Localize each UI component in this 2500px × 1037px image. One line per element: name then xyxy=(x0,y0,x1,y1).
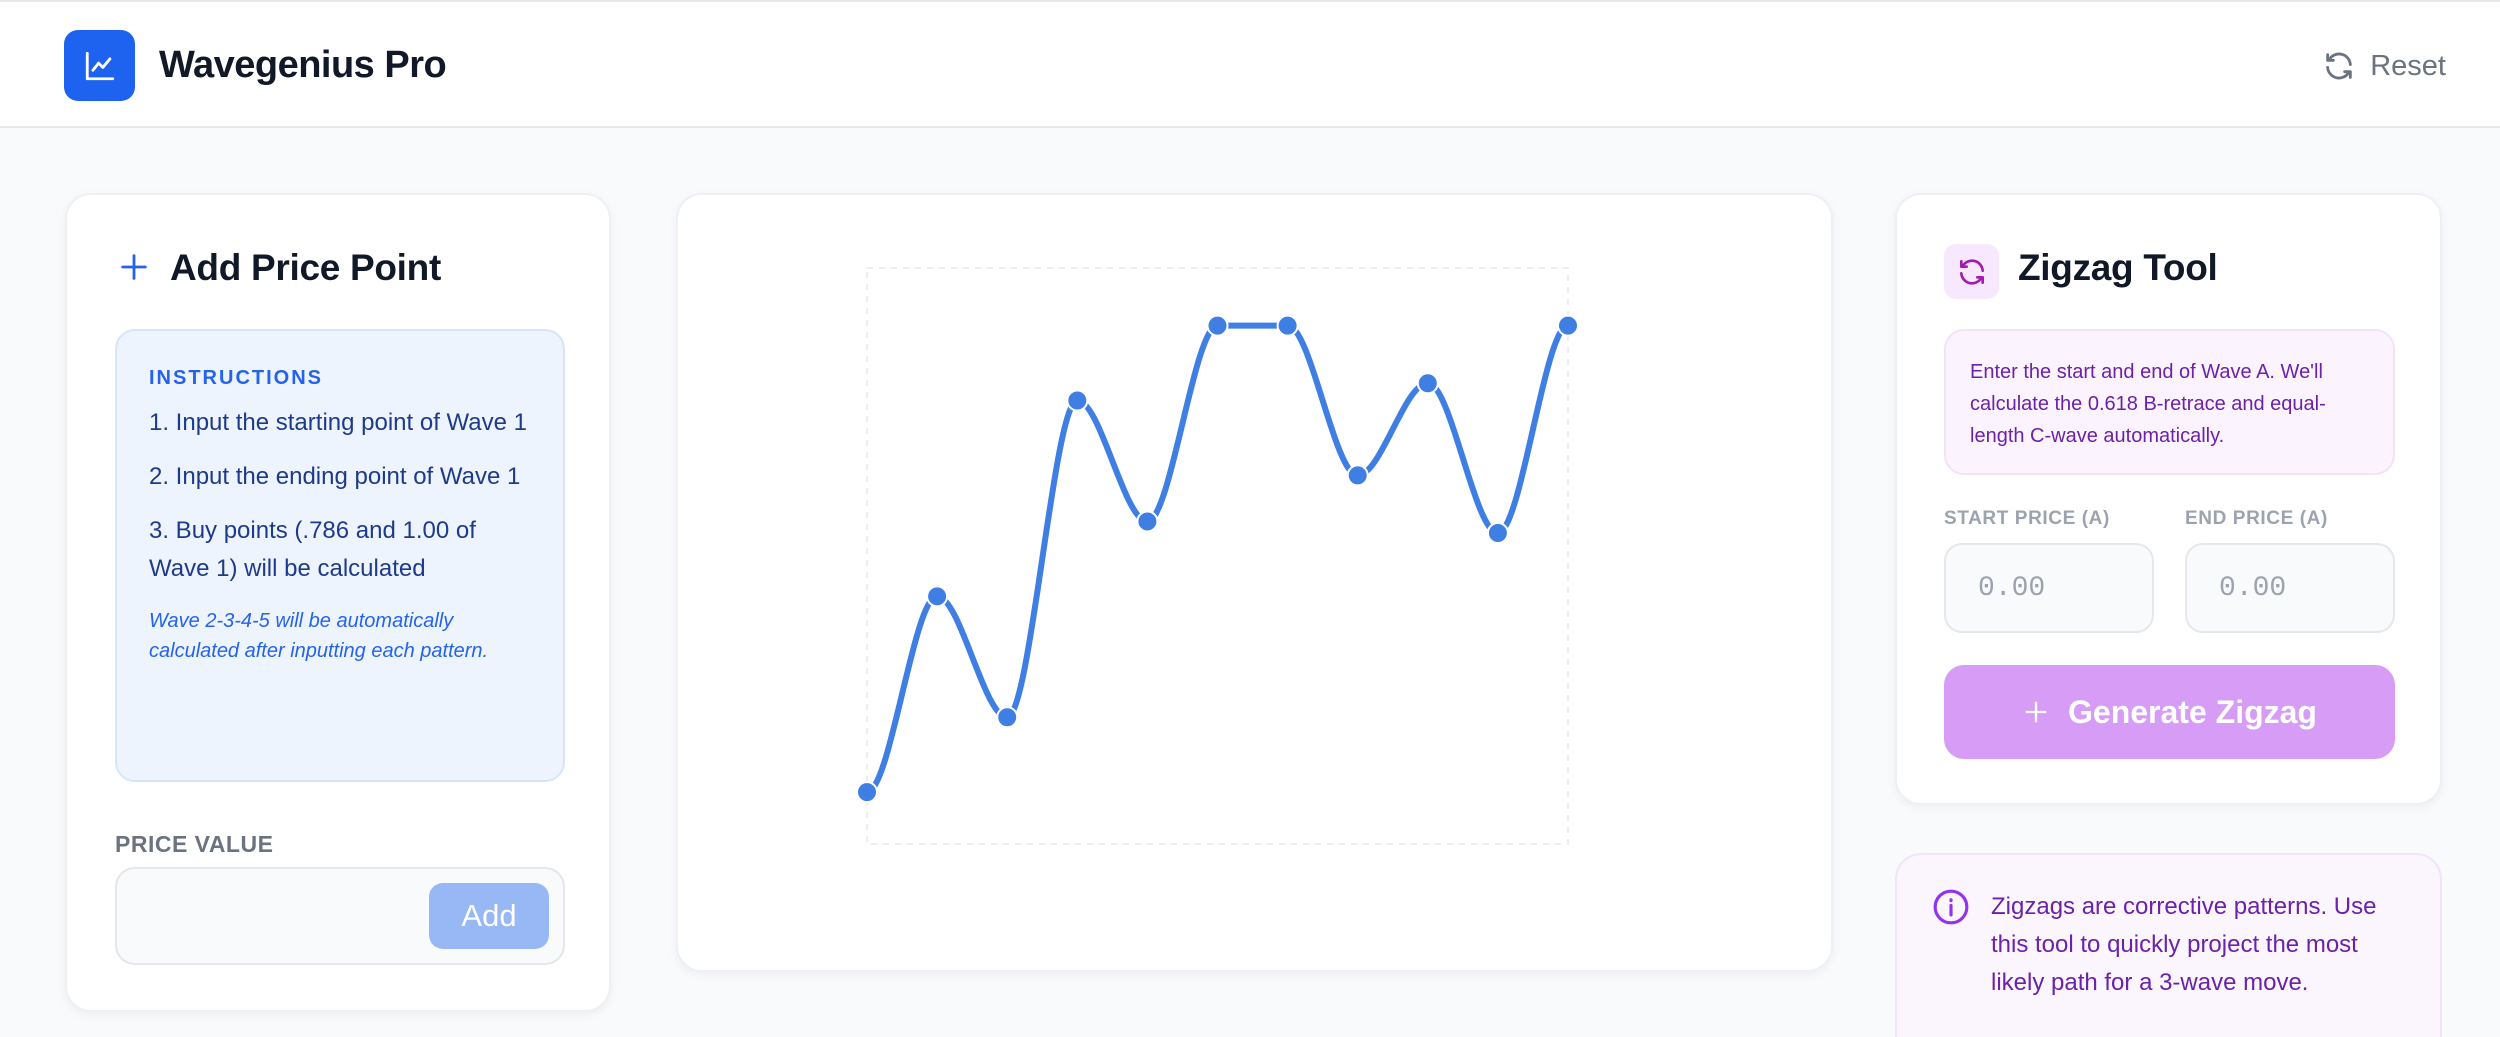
instruction-step: 3. Buy points (.786 and 1.00 of Wave 1) … xyxy=(149,517,476,582)
zigzag-description: Enter the start and end of Wave A. We'll… xyxy=(1944,329,2395,475)
wave-point[interactable] xyxy=(856,781,878,804)
end-price-label: END PRICE (A) xyxy=(2185,508,2328,529)
instructions-title: INSTRUCTIONS xyxy=(149,367,323,389)
instructions-note: Wave 2-3-4-5 will be automatically calcu… xyxy=(149,610,489,662)
wave-point[interactable] xyxy=(1136,510,1159,533)
wave-point[interactable] xyxy=(1276,314,1299,337)
end-price-input[interactable] xyxy=(2185,543,2395,633)
instruction-step: 1. Input the starting point of Wave 1 xyxy=(149,409,527,436)
reset-label: Reset xyxy=(2370,49,2446,82)
wave-point[interactable] xyxy=(996,706,1019,729)
zigzag-info-text: Zigzags are corrective patterns. Use thi… xyxy=(1991,893,2377,996)
wave-point[interactable] xyxy=(1557,314,1579,337)
info-icon xyxy=(1933,889,1969,925)
generate-zigzag-button[interactable]: Generate Zigzag xyxy=(1944,665,2395,759)
wave-chart xyxy=(856,267,1579,845)
instructions-panel: INSTRUCTIONS 1. Input the starting point… xyxy=(115,329,565,782)
wave-point[interactable] xyxy=(1486,521,1509,544)
reset-button[interactable]: Reset xyxy=(2322,46,2446,86)
plot-frame xyxy=(866,267,1569,845)
start-price-input[interactable] xyxy=(1944,543,2154,633)
plus-icon xyxy=(2025,701,2047,723)
price-value-label: PRICE VALUE xyxy=(115,831,274,857)
instruction-step: 2. Input the ending point of Wave 1 xyxy=(149,463,521,490)
plus-icon xyxy=(121,254,147,280)
zigzag-info-card: Zigzags are corrective patterns. Use thi… xyxy=(1895,853,2442,1037)
refresh-icon xyxy=(2326,52,2352,80)
price-value-input[interactable] xyxy=(117,869,417,963)
wave-point[interactable] xyxy=(1206,314,1229,337)
price-input-group: Add xyxy=(115,867,565,965)
app-header: Wavegenius Pro Reset xyxy=(0,0,2500,128)
zigzag-tool-title: Zigzag Tool xyxy=(2018,247,2218,288)
add-price-point-title: Add Price Point xyxy=(170,247,441,288)
app-title: Wavegenius Pro xyxy=(159,44,447,86)
zigzag-icon-badge xyxy=(1944,244,1999,299)
app-logo xyxy=(64,30,135,101)
add-button[interactable]: Add xyxy=(429,883,549,949)
wave-chart-card xyxy=(676,193,1833,972)
wave-point[interactable] xyxy=(926,585,949,608)
wave-point[interactable] xyxy=(1346,464,1369,487)
start-price-label: START PRICE (A) xyxy=(1944,508,2110,529)
wave-point[interactable] xyxy=(1416,372,1439,395)
wave-line xyxy=(864,322,1571,796)
generate-zigzag-label: Generate Zigzag xyxy=(2068,693,2317,730)
zigzag-tool-card: Zigzag Tool Enter the start and end of W… xyxy=(1895,193,2442,805)
add-price-point-card: Add Price Point INSTRUCTIONS 1. Input th… xyxy=(65,193,611,1012)
wave-point[interactable] xyxy=(1066,389,1089,412)
refresh-icon xyxy=(1959,258,1984,285)
line-chart-icon xyxy=(85,51,114,80)
